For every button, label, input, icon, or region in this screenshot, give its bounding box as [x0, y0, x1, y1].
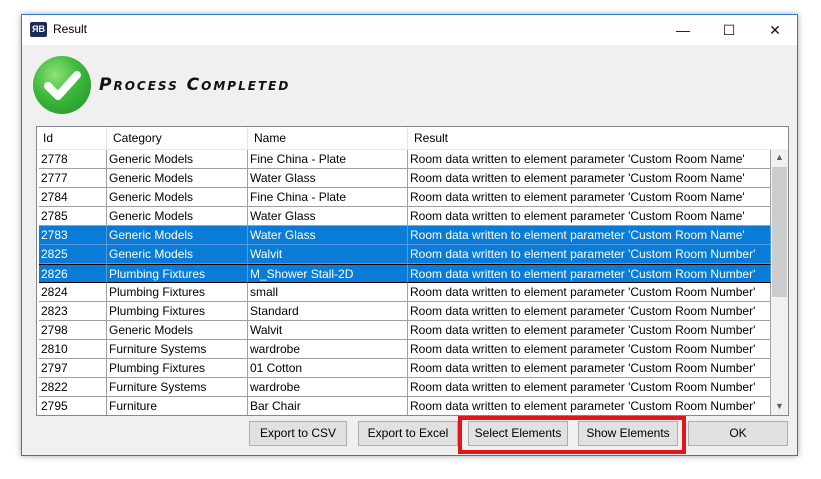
ok-button[interactable]: OK — [688, 421, 788, 446]
table-row[interactable]: 2798 Generic Models Walvit Room data writte… — [39, 321, 771, 340]
cell-id[interactable]: 2822 — [39, 378, 107, 397]
cell-name[interactable]: 01 Cotton — [248, 359, 408, 378]
cell-category[interactable]: Generic Models — [107, 188, 248, 207]
cell-name[interactable]: small — [248, 283, 408, 302]
cell-name[interactable]: Walvit — [248, 321, 408, 340]
results-grid[interactable]: Id Category Name Result 2778 Generic Mode… — [36, 126, 789, 416]
cell-name[interactable]: Fine China - Plate — [248, 150, 408, 169]
cell-name[interactable]: Walvit — [248, 245, 408, 264]
cell-category[interactable]: Plumbing Fixtures — [107, 283, 248, 302]
table-row[interactable]: 2826 Plumbing Fixtures M_Shower Stall-2D Ro… — [39, 264, 771, 283]
cell-category[interactable]: Generic Models — [107, 226, 248, 245]
cell-result[interactable]: Room data written to element parameter '… — [408, 226, 771, 245]
table-row[interactable]: 2783 Generic Models Water Glass Room data w… — [39, 226, 771, 245]
column-header-result[interactable]: Result — [408, 127, 771, 149]
cell-result[interactable]: Room data written to element parameter '… — [408, 283, 771, 302]
table-row[interactable]: 2810 Furniture Systems wardrobe Room data w… — [39, 340, 771, 359]
table-row[interactable]: 2778 Generic Models Fine China - Plate Room… — [39, 150, 771, 169]
column-header-name[interactable]: Name — [248, 127, 408, 149]
table-row[interactable]: 2825 Generic Models Walvit Room data writte… — [39, 245, 771, 264]
cell-category[interactable]: Furniture Systems — [107, 340, 248, 359]
cell-category[interactable]: Generic Models — [107, 169, 248, 188]
cell-category[interactable]: Plumbing Fixtures — [107, 359, 248, 378]
cell-id[interactable]: 2795 — [39, 397, 107, 415]
cell-id[interactable]: 2778 — [39, 150, 107, 169]
table-row[interactable]: 2777 Generic Models Water Glass Room data w… — [39, 169, 771, 188]
cell-name[interactable]: Standard — [248, 302, 408, 321]
success-check-icon — [33, 56, 91, 114]
cell-result[interactable]: Room data written to element parameter '… — [408, 207, 771, 226]
cell-id[interactable]: 2785 — [39, 207, 107, 226]
cell-id[interactable]: 2798 — [39, 321, 107, 340]
cell-id[interactable]: 2777 — [39, 169, 107, 188]
cell-id[interactable]: 2825 — [39, 245, 107, 264]
cell-id[interactable]: 2823 — [39, 302, 107, 321]
export-csv-button[interactable]: Export to CSV — [249, 421, 347, 446]
cell-result[interactable]: Room data written to element parameter '… — [408, 169, 771, 188]
scroll-thumb[interactable] — [772, 167, 787, 297]
cell-id[interactable]: 2784 — [39, 188, 107, 207]
table-row[interactable]: 2795 Furniture Bar Chair Room data written … — [39, 397, 771, 415]
cell-result[interactable]: Room data written to element parameter '… — [408, 397, 771, 415]
scroll-up-icon[interactable]: ▲ — [771, 149, 788, 166]
cell-category[interactable]: Plumbing Fixtures — [107, 302, 248, 321]
cell-result[interactable]: Room data written to element parameter '… — [408, 245, 771, 264]
cell-result[interactable]: Room data written to element parameter '… — [408, 321, 771, 340]
scroll-down-icon[interactable]: ▼ — [771, 398, 788, 415]
cell-id[interactable]: 2783 — [39, 226, 107, 245]
table-row[interactable]: 2784 Generic Models Fine China - Plate Room… — [39, 188, 771, 207]
cell-name[interactable]: wardrobe — [248, 378, 408, 397]
app-icon: ЯB — [30, 22, 47, 37]
cell-category[interactable]: Furniture — [107, 397, 248, 415]
table-row[interactable]: 2822 Furniture Systems wardrobe Room data w… — [39, 378, 771, 397]
title-bar[interactable]: ЯB Result — ☐ ✕ — [22, 15, 797, 45]
cell-category[interactable]: Generic Models — [107, 245, 248, 264]
minimize-button[interactable]: — — [660, 15, 706, 45]
table-row[interactable]: 2785 Generic Models Water Glass Room data w… — [39, 207, 771, 226]
highlight-box — [458, 416, 686, 454]
result-header: Process Completed — [22, 45, 797, 125]
cell-result[interactable]: Room data written to element parameter '… — [408, 378, 771, 397]
cell-id[interactable]: 2810 — [39, 340, 107, 359]
grid-rows: 2778 Generic Models Fine China - Plate Room… — [39, 150, 771, 415]
cell-name[interactable]: wardrobe — [248, 340, 408, 359]
cell-id[interactable]: 2824 — [39, 283, 107, 302]
cell-id[interactable]: 2826 — [39, 264, 107, 283]
cell-name[interactable]: M_Shower Stall-2D — [248, 264, 408, 283]
cell-name[interactable]: Bar Chair — [248, 397, 408, 415]
table-row[interactable]: 2823 Plumbing Fixtures Standard Room data w… — [39, 302, 771, 321]
cell-result[interactable]: Room data written to element parameter '… — [408, 150, 771, 169]
cell-category[interactable]: Generic Models — [107, 150, 248, 169]
column-header-id[interactable]: Id — [37, 127, 107, 149]
cell-result[interactable]: Room data written to element parameter '… — [408, 264, 771, 283]
export-excel-button[interactable]: Export to Excel — [358, 421, 458, 446]
cell-name[interactable]: Water Glass — [248, 169, 408, 188]
window-title: Result — [53, 22, 88, 36]
grid-header: Id Category Name Result — [37, 127, 771, 150]
cell-category[interactable]: Generic Models — [107, 321, 248, 340]
vertical-scrollbar[interactable]: ▲ ▼ — [771, 149, 788, 415]
maximize-button[interactable]: ☐ — [706, 15, 752, 45]
process-title: Process Completed — [99, 75, 291, 95]
cell-result[interactable]: Room data written to element parameter '… — [408, 302, 771, 321]
close-button[interactable]: ✕ — [752, 15, 798, 45]
cell-category[interactable]: Generic Models — [107, 207, 248, 226]
cell-result[interactable]: Room data written to element parameter '… — [408, 188, 771, 207]
cell-name[interactable]: Water Glass — [248, 207, 408, 226]
cell-result[interactable]: Room data written to element parameter '… — [408, 359, 771, 378]
column-header-category[interactable]: Category — [107, 127, 248, 149]
table-row[interactable]: 2824 Plumbing Fixtures small Room data writ… — [39, 283, 771, 302]
cell-category[interactable]: Furniture Systems — [107, 378, 248, 397]
cell-id[interactable]: 2797 — [39, 359, 107, 378]
result-window: ЯB Result — ☐ ✕ Process Completed Id Cat… — [21, 14, 798, 456]
cell-name[interactable]: Fine China - Plate — [248, 188, 408, 207]
table-row[interactable]: 2797 Plumbing Fixtures 01 Cotton Room data … — [39, 359, 771, 378]
cell-category[interactable]: Plumbing Fixtures — [107, 264, 248, 283]
cell-result[interactable]: Room data written to element parameter '… — [408, 340, 771, 359]
cell-name[interactable]: Water Glass — [248, 226, 408, 245]
